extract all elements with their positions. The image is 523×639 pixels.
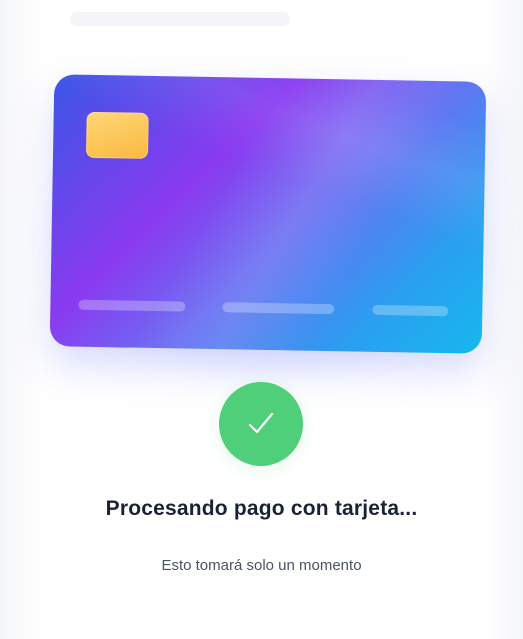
success-indicator	[205, 372, 317, 484]
check-icon	[219, 382, 303, 466]
credit-card-illustration	[49, 74, 487, 354]
card-number-placeholder-2	[222, 302, 335, 315]
card-number-placeholder-3	[372, 304, 449, 317]
check-mark	[248, 412, 274, 434]
card-chip-icon	[85, 111, 149, 159]
header-placeholder	[70, 12, 290, 26]
processing-subtitle: Esto tomará solo un momento	[161, 557, 362, 574]
card-number-placeholder-1	[78, 299, 186, 312]
payment-processing-screen: Procesando pago con tarjeta... Esto toma…	[0, 0, 523, 639]
processing-title: Procesando pago con tarjeta...	[105, 497, 418, 520]
